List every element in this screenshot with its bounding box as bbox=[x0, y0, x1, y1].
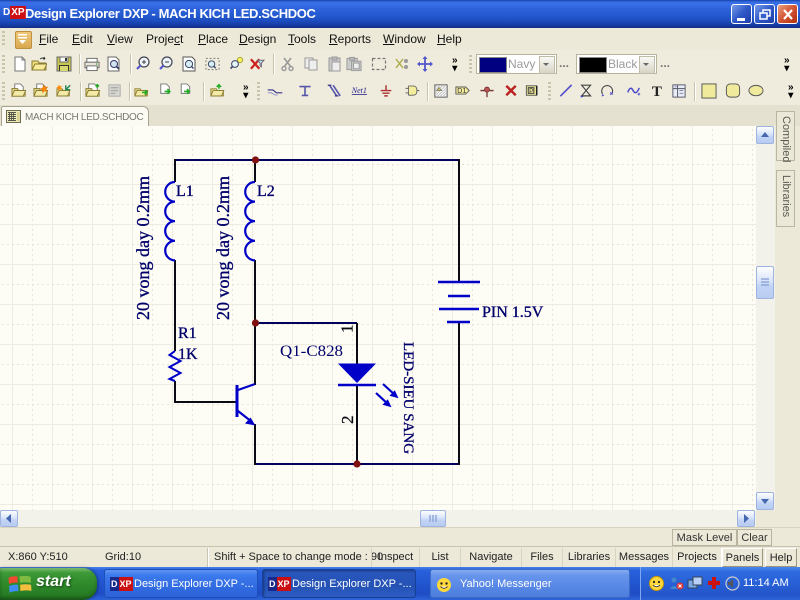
svg-text:Q1-C828: Q1-C828 bbox=[280, 343, 343, 360]
svg-text:L2: L2 bbox=[257, 183, 275, 200]
svg-text:2: 2 bbox=[338, 416, 357, 425]
svg-text:LED-SIEU SANG: LED-SIEU SANG bbox=[400, 342, 416, 454]
svg-text:PIN 1.5V: PIN 1.5V bbox=[482, 304, 544, 321]
svg-text:1K: 1K bbox=[178, 346, 198, 363]
svg-text:D1: D1 bbox=[457, 87, 466, 95]
svg-text:20 vong day 0.2mm: 20 vong day 0.2mm bbox=[133, 176, 153, 320]
svg-text:L1: L1 bbox=[176, 183, 194, 200]
svg-text:T: T bbox=[652, 84, 662, 99]
svg-text:P: P bbox=[529, 88, 534, 95]
svg-text:1: 1 bbox=[338, 325, 357, 334]
svg-text:R1: R1 bbox=[178, 325, 197, 342]
svg-text:20 vong day 0.2mm: 20 vong day 0.2mm bbox=[213, 176, 233, 320]
svg-text:Net1: Net1 bbox=[351, 86, 367, 95]
